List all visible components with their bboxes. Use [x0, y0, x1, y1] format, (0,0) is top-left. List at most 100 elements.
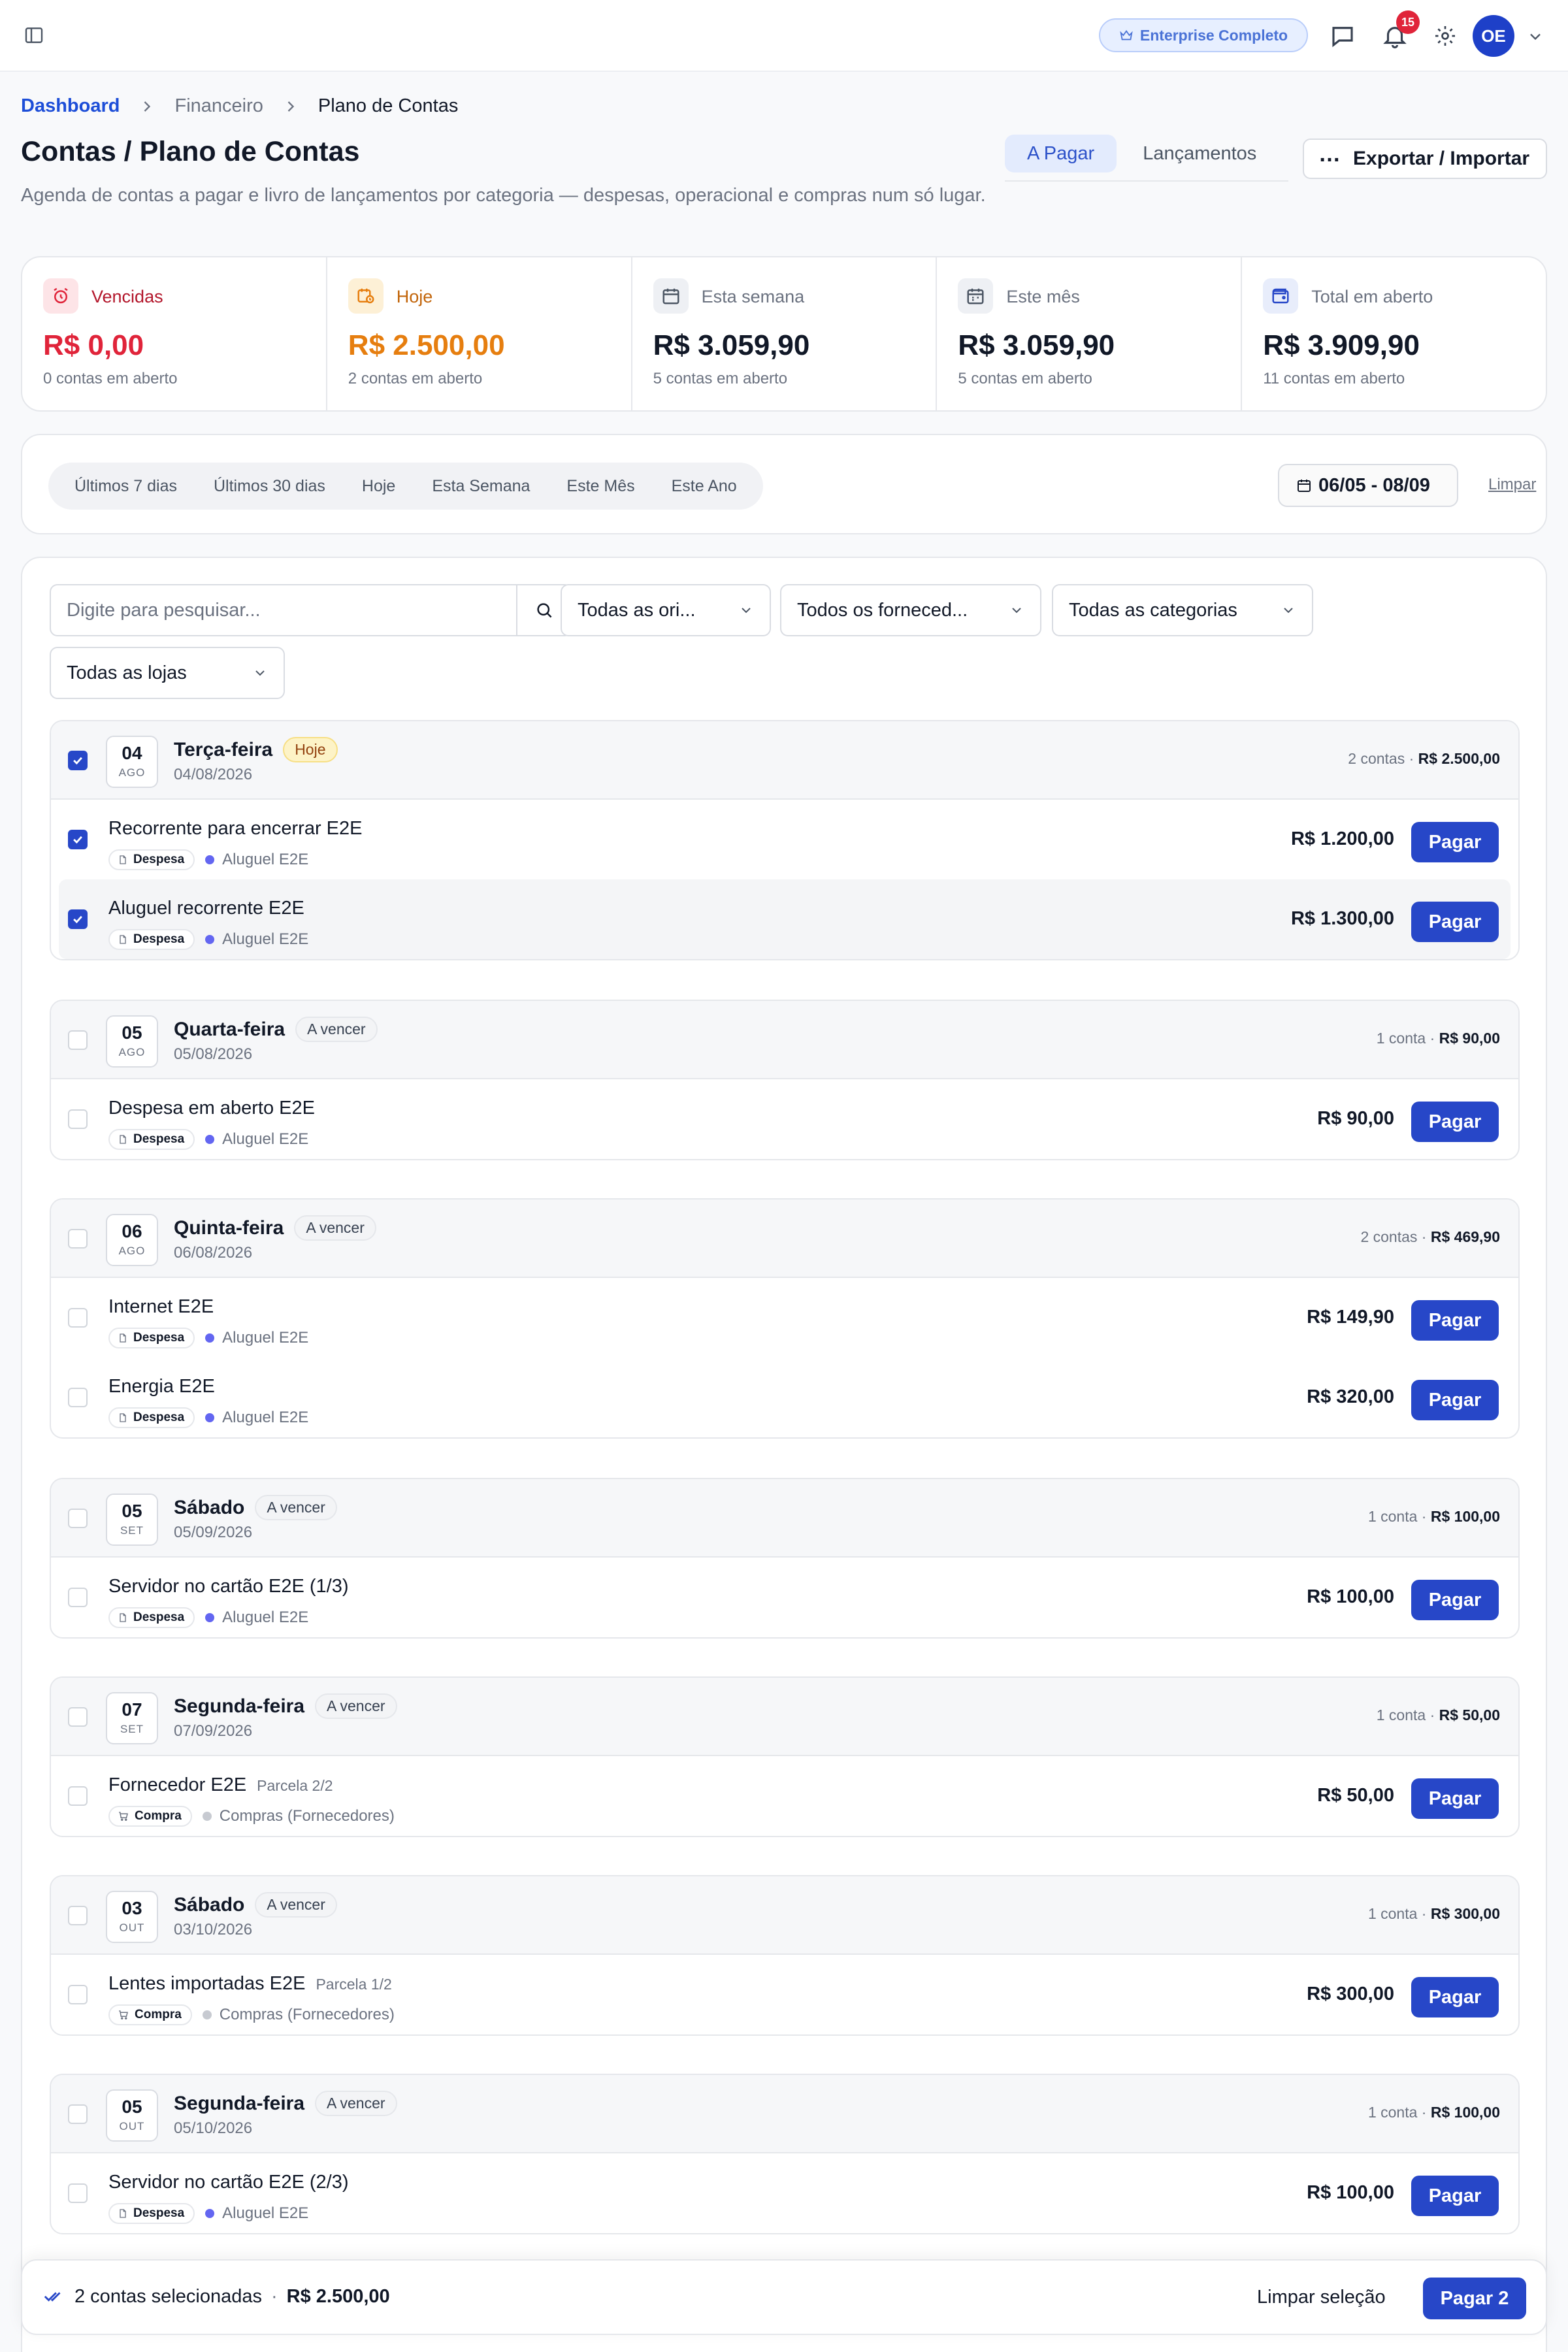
- type-tag: Compra: [108, 1806, 192, 1827]
- pay-button[interactable]: Pagar: [1411, 1580, 1499, 1620]
- item-checkbox[interactable]: [68, 1588, 88, 1607]
- item-meta: Despesa Aluguel E2E: [108, 1129, 308, 1150]
- category-dot: [205, 2209, 215, 2218]
- search-input[interactable]: [51, 585, 516, 635]
- list-item[interactable]: Energia E2E Despesa Aluguel E2E R$ 320,0…: [51, 1358, 1518, 1437]
- list-item[interactable]: Fornecedor E2E Parcela 2/2 Compra Compra…: [51, 1756, 1518, 1836]
- day-checkbox[interactable]: [68, 2104, 88, 2124]
- sidebar-toggle-icon[interactable]: [24, 25, 44, 46]
- stat-label: Este mês: [1006, 287, 1080, 306]
- calendar-icon: [958, 278, 994, 314]
- pay-button[interactable]: Pagar: [1411, 1977, 1499, 2017]
- item-amount: R$ 100,00: [1307, 1586, 1394, 1607]
- day-checkbox[interactable]: [68, 1030, 88, 1050]
- selection-bar: 2 contas selecionadas · R$ 2.500,00 Limp…: [21, 2259, 1547, 2335]
- day-checkbox[interactable]: [68, 751, 88, 770]
- search-box: [50, 584, 572, 636]
- day-checkbox[interactable]: [68, 1906, 88, 1925]
- list-item[interactable]: Despesa em aberto E2E Despesa Aluguel E2…: [51, 1079, 1518, 1159]
- chat-icon[interactable]: [1329, 22, 1356, 50]
- breadcrumb-dashboard[interactable]: Dashboard: [21, 95, 120, 117]
- list-item[interactable]: Internet E2E Despesa Aluguel E2E R$ 149,…: [51, 1278, 1518, 1358]
- type-tag: Compra: [108, 2004, 192, 2025]
- item-checkbox[interactable]: [68, 1388, 88, 1407]
- breadcrumb-financeiro[interactable]: Financeiro: [174, 95, 263, 117]
- item-checkbox[interactable]: [68, 909, 88, 929]
- status-badge: A vencer: [255, 1892, 337, 1918]
- item-checkbox[interactable]: [68, 2183, 88, 2203]
- day-header: 07 SET Segunda-feira A vencer 07/09/2026…: [51, 1678, 1518, 1756]
- pay-button[interactable]: Pagar: [1411, 1778, 1499, 1819]
- pay-button[interactable]: Pagar: [1411, 1102, 1499, 1142]
- item-title: Servidor no cartão E2E (1/3): [108, 1576, 349, 1597]
- period-this-week[interactable]: Esta Semana: [414, 477, 548, 496]
- date-range-value: 06/05 - 08/09: [1318, 474, 1430, 496]
- item-checkbox[interactable]: [68, 1985, 88, 2004]
- selection-total: R$ 2.500,00: [286, 2285, 390, 2307]
- item-meta: Despesa Aluguel E2E: [108, 849, 308, 870]
- alarm-icon: [43, 278, 78, 314]
- pay-selected-button[interactable]: Pagar 2: [1423, 2278, 1526, 2319]
- more-dots-icon: …: [1318, 142, 1341, 167]
- supplier-select[interactable]: Todos os forneced...: [780, 584, 1041, 636]
- weekday-label: Sábado A vencer: [174, 1495, 337, 1520]
- category-text: Aluguel E2E: [222, 851, 309, 868]
- day-summary: 2 contas · R$ 2.500,00: [1348, 750, 1500, 767]
- list-item[interactable]: Recorrente para encerrar E2E Despesa Alu…: [51, 800, 1518, 879]
- day-date: 04/08/2026: [174, 766, 253, 783]
- avatar[interactable]: OE: [1473, 15, 1514, 57]
- pay-button[interactable]: Pagar: [1411, 1380, 1499, 1420]
- calendar-icon: [653, 278, 689, 314]
- category-select[interactable]: Todas as categorias: [1052, 584, 1313, 636]
- stat-este-mes: Este mês R$ 3.059,90 5 contas em aberto: [937, 257, 1243, 410]
- chevron-down-icon[interactable]: [1526, 27, 1544, 46]
- plan-badge[interactable]: Enterprise Completo: [1099, 18, 1308, 52]
- calendar-clock-icon: [348, 278, 384, 314]
- day-group: 05 SET Sábado A vencer 05/09/2026 1 cont…: [50, 1478, 1520, 1639]
- type-tag: Despesa: [108, 1607, 195, 1628]
- day-header: 05 SET Sábado A vencer 05/09/2026 1 cont…: [51, 1479, 1518, 1558]
- day-checkbox[interactable]: [68, 1229, 88, 1249]
- list-item[interactable]: Aluguel recorrente E2E Despesa Aluguel E…: [59, 879, 1511, 959]
- type-tag: Despesa: [108, 929, 195, 950]
- calendar-icon: [1298, 480, 1311, 492]
- period-last-7-days[interactable]: Últimos 7 dias: [56, 477, 195, 496]
- origin-select[interactable]: Todas as ori...: [561, 584, 771, 636]
- period-this-year[interactable]: Este Ano: [653, 477, 755, 496]
- list-item[interactable]: Lentes importadas E2E Parcela 1/2 Compra…: [51, 1955, 1518, 2034]
- store-select[interactable]: Todas as lojas: [50, 647, 285, 699]
- tab-lancamentos[interactable]: Lançamentos: [1120, 135, 1279, 172]
- item-checkbox[interactable]: [68, 1786, 88, 1806]
- selection-count: 2 contas selecionadas: [74, 2285, 262, 2307]
- period-today[interactable]: Hoje: [344, 477, 414, 496]
- stat-value: R$ 0,00: [43, 329, 144, 361]
- list-item[interactable]: Servidor no cartão E2E (2/3) Despesa Alu…: [51, 2153, 1518, 2233]
- category-label: Aluguel E2E: [205, 930, 308, 949]
- selection-info: 2 contas selecionadas · R$ 2.500,00: [43, 2285, 390, 2308]
- day-header: 05 AGO Quarta-feira A vencer 05/08/2026 …: [51, 1001, 1518, 1079]
- item-checkbox[interactable]: [68, 1308, 88, 1328]
- item-checkbox[interactable]: [68, 830, 88, 849]
- day-checkbox[interactable]: [68, 1509, 88, 1528]
- item-checkbox[interactable]: [68, 1109, 88, 1129]
- item-title-text: Fornecedor E2E: [108, 1774, 247, 1795]
- gear-icon[interactable]: [1433, 24, 1457, 48]
- pay-button[interactable]: Pagar: [1411, 902, 1499, 942]
- stat-label: Hoje: [396, 287, 433, 306]
- clear-period-link[interactable]: Limpar: [1488, 476, 1536, 494]
- date-day: 04: [122, 743, 142, 763]
- pay-button[interactable]: Pagar: [1411, 822, 1499, 862]
- day-count: 1 conta: [1367, 1905, 1418, 1922]
- export-import-button[interactable]: … Exportar / Importar: [1303, 139, 1547, 179]
- weekday-label: Quarta-feira A vencer: [174, 1017, 378, 1042]
- pay-button[interactable]: Pagar: [1411, 1300, 1499, 1341]
- date-box: 05 AGO: [106, 1015, 158, 1068]
- tab-a-pagar[interactable]: A Pagar: [1005, 135, 1117, 172]
- pay-button[interactable]: Pagar: [1411, 2176, 1499, 2216]
- clear-selection-button[interactable]: Limpar seleção: [1257, 2287, 1386, 2308]
- list-item[interactable]: Servidor no cartão E2E (1/3) Despesa Alu…: [51, 1558, 1518, 1637]
- day-checkbox[interactable]: [68, 1707, 88, 1727]
- period-this-month[interactable]: Este Mês: [548, 477, 653, 496]
- date-range-picker[interactable]: 06/05 - 08/09: [1278, 464, 1458, 507]
- period-last-30-days[interactable]: Últimos 30 dias: [195, 477, 344, 496]
